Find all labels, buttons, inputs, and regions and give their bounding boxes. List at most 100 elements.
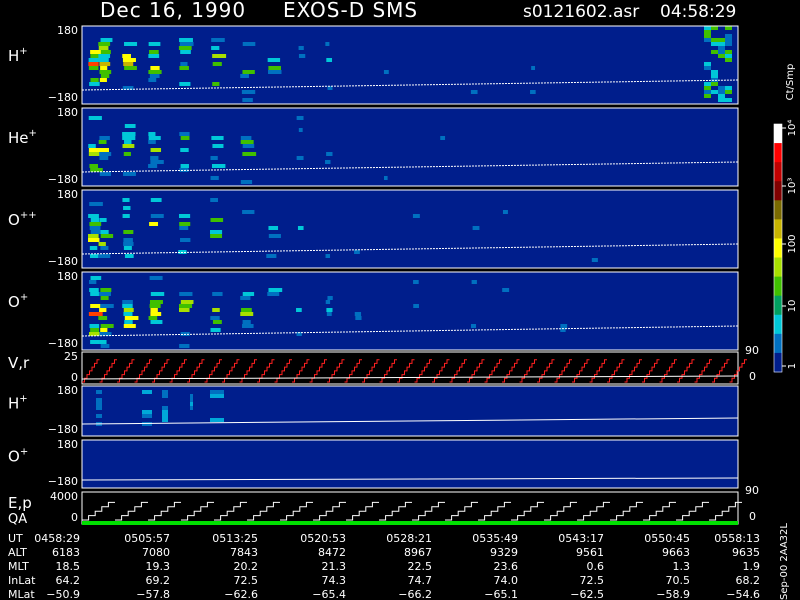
header-file: s0121602.asr (523, 2, 639, 22)
spectrogram-cell (725, 98, 732, 102)
y-tick-bottom: −180 (48, 173, 78, 186)
spectrogram-cell (123, 324, 136, 328)
panel-h-plus: H+ 180 −180 (8, 24, 739, 105)
footer-cell: 0558:13 (714, 532, 760, 545)
spectrogram-cell (711, 90, 718, 94)
panel-label: O++ (8, 210, 37, 229)
spectrogram-cell (150, 320, 163, 324)
colorbar-swatch (774, 162, 782, 182)
y-tick-right-top: 90 (745, 484, 759, 497)
spectrogram-cell (179, 292, 193, 296)
spectrogram-cell (298, 128, 303, 132)
spectrogram-cell (242, 144, 255, 148)
spectrogram-cell (725, 58, 732, 62)
footer-cell: 8967 (404, 546, 432, 559)
footer-cell: 6183 (52, 546, 80, 559)
spectrogram-cell (123, 308, 134, 312)
footer-row-label: UT (8, 532, 23, 545)
spectrogram-cell (725, 38, 732, 42)
spectrogram-cell (180, 62, 188, 66)
spectrogram-cell (240, 136, 252, 140)
panel-label: H+ (8, 394, 28, 413)
orbit-footer: UT 0458:29 0505:57 0513:25 0520:53 0528:21 053… (8, 523, 790, 600)
colorbar-tick-label: 100 (787, 234, 798, 253)
spectrogram-cell (122, 54, 131, 58)
footer-cell: 0513:25 (212, 532, 258, 545)
spectrogram-cell (179, 82, 191, 86)
spectrogram-cell (268, 226, 279, 230)
spectrogram-cell (162, 410, 168, 414)
spectrogram-cell (142, 414, 152, 418)
spectrogram-cell (297, 226, 304, 230)
spectrogram-cell (122, 304, 133, 308)
spectrogram-cell (150, 66, 160, 70)
spectrogram-cell (210, 198, 218, 202)
spectrogram-cell (240, 180, 253, 184)
spectrogram-cell (502, 210, 508, 214)
y-tick-bottom: −180 (48, 255, 78, 268)
spectrogram-cell (210, 328, 221, 332)
panel-background (82, 386, 738, 436)
spectrogram-cell (150, 160, 164, 164)
y-tick-top: 4000 (50, 490, 78, 503)
y-tick-bottom: −180 (48, 91, 78, 104)
header-instrument: EXOS-D SMS (283, 0, 418, 22)
spectrogram-cell (99, 308, 107, 312)
spectrogram-cell (124, 320, 133, 324)
spectrogram-cell (179, 38, 193, 42)
footer-cell: 0528:21 (386, 532, 432, 545)
spectrogram-cell (326, 58, 333, 62)
y-tick-bottom: 0 (71, 511, 78, 524)
spectrogram-cell (325, 160, 331, 164)
spectrogram-cell (210, 218, 224, 222)
spectrogram-cell (210, 316, 220, 320)
spectrogram-cell (100, 344, 110, 348)
spectrogram-cell (98, 42, 111, 46)
spectrogram-cell (90, 78, 99, 82)
spectrogram-cell (148, 316, 158, 320)
spectrogram-cell (148, 164, 158, 168)
spectrogram-cell (149, 300, 163, 304)
spectrogram-cell (591, 258, 598, 262)
spectrogram-cell (412, 214, 420, 218)
spectrogram-cell (150, 214, 164, 218)
spectrogram-cell (98, 54, 111, 58)
panel-he-plus: He+ 180 −180 (8, 106, 739, 187)
spectrogram-cell (190, 402, 193, 406)
spectrogram-cell (240, 312, 254, 316)
spectrogram-cell (190, 394, 193, 398)
colorbar-swatch (774, 314, 782, 335)
footer-cell: −58.9 (656, 588, 690, 600)
spectrogram-cell (725, 90, 732, 94)
spectrogram-cell (100, 328, 108, 332)
spectrogram-cell (242, 42, 256, 46)
colorbar-swatch (774, 238, 782, 259)
spectrogram-cell (711, 70, 718, 74)
spectrogram-cell (149, 50, 159, 54)
spectrogram-cell (268, 288, 283, 292)
spectrogram-cell (96, 406, 102, 410)
spectrogram-cell (148, 42, 161, 46)
spectrogram-cell (124, 124, 136, 128)
header-date: Dec 16, 1990 (100, 0, 246, 22)
footer-cell: 0543:17 (558, 532, 604, 545)
footer-cell: −57.8 (136, 588, 170, 600)
spectrogram-cell (150, 156, 159, 160)
spectrogram-cell (89, 82, 100, 86)
spectrogram-cell (100, 288, 112, 292)
footer-cell: −62.5 (570, 588, 604, 600)
spectrogram-cell (212, 144, 224, 148)
spectrogram-cell (149, 304, 161, 308)
panel-background (82, 108, 738, 186)
footer-cell: 21.3 (322, 560, 347, 573)
spectrogram-cell (99, 152, 112, 156)
spectrogram-cell (704, 34, 711, 38)
spectrogram-cell (180, 300, 194, 304)
footer-cell: −66.2 (398, 588, 432, 600)
spectrogram-cell (178, 214, 191, 218)
spectrogram-cell (326, 312, 332, 316)
colorbar-swatch (774, 124, 782, 144)
footer-cell: 74.7 (408, 574, 433, 587)
footer-row-label: InLat (8, 574, 36, 587)
colorbar-tick-label: 10 (787, 300, 798, 313)
